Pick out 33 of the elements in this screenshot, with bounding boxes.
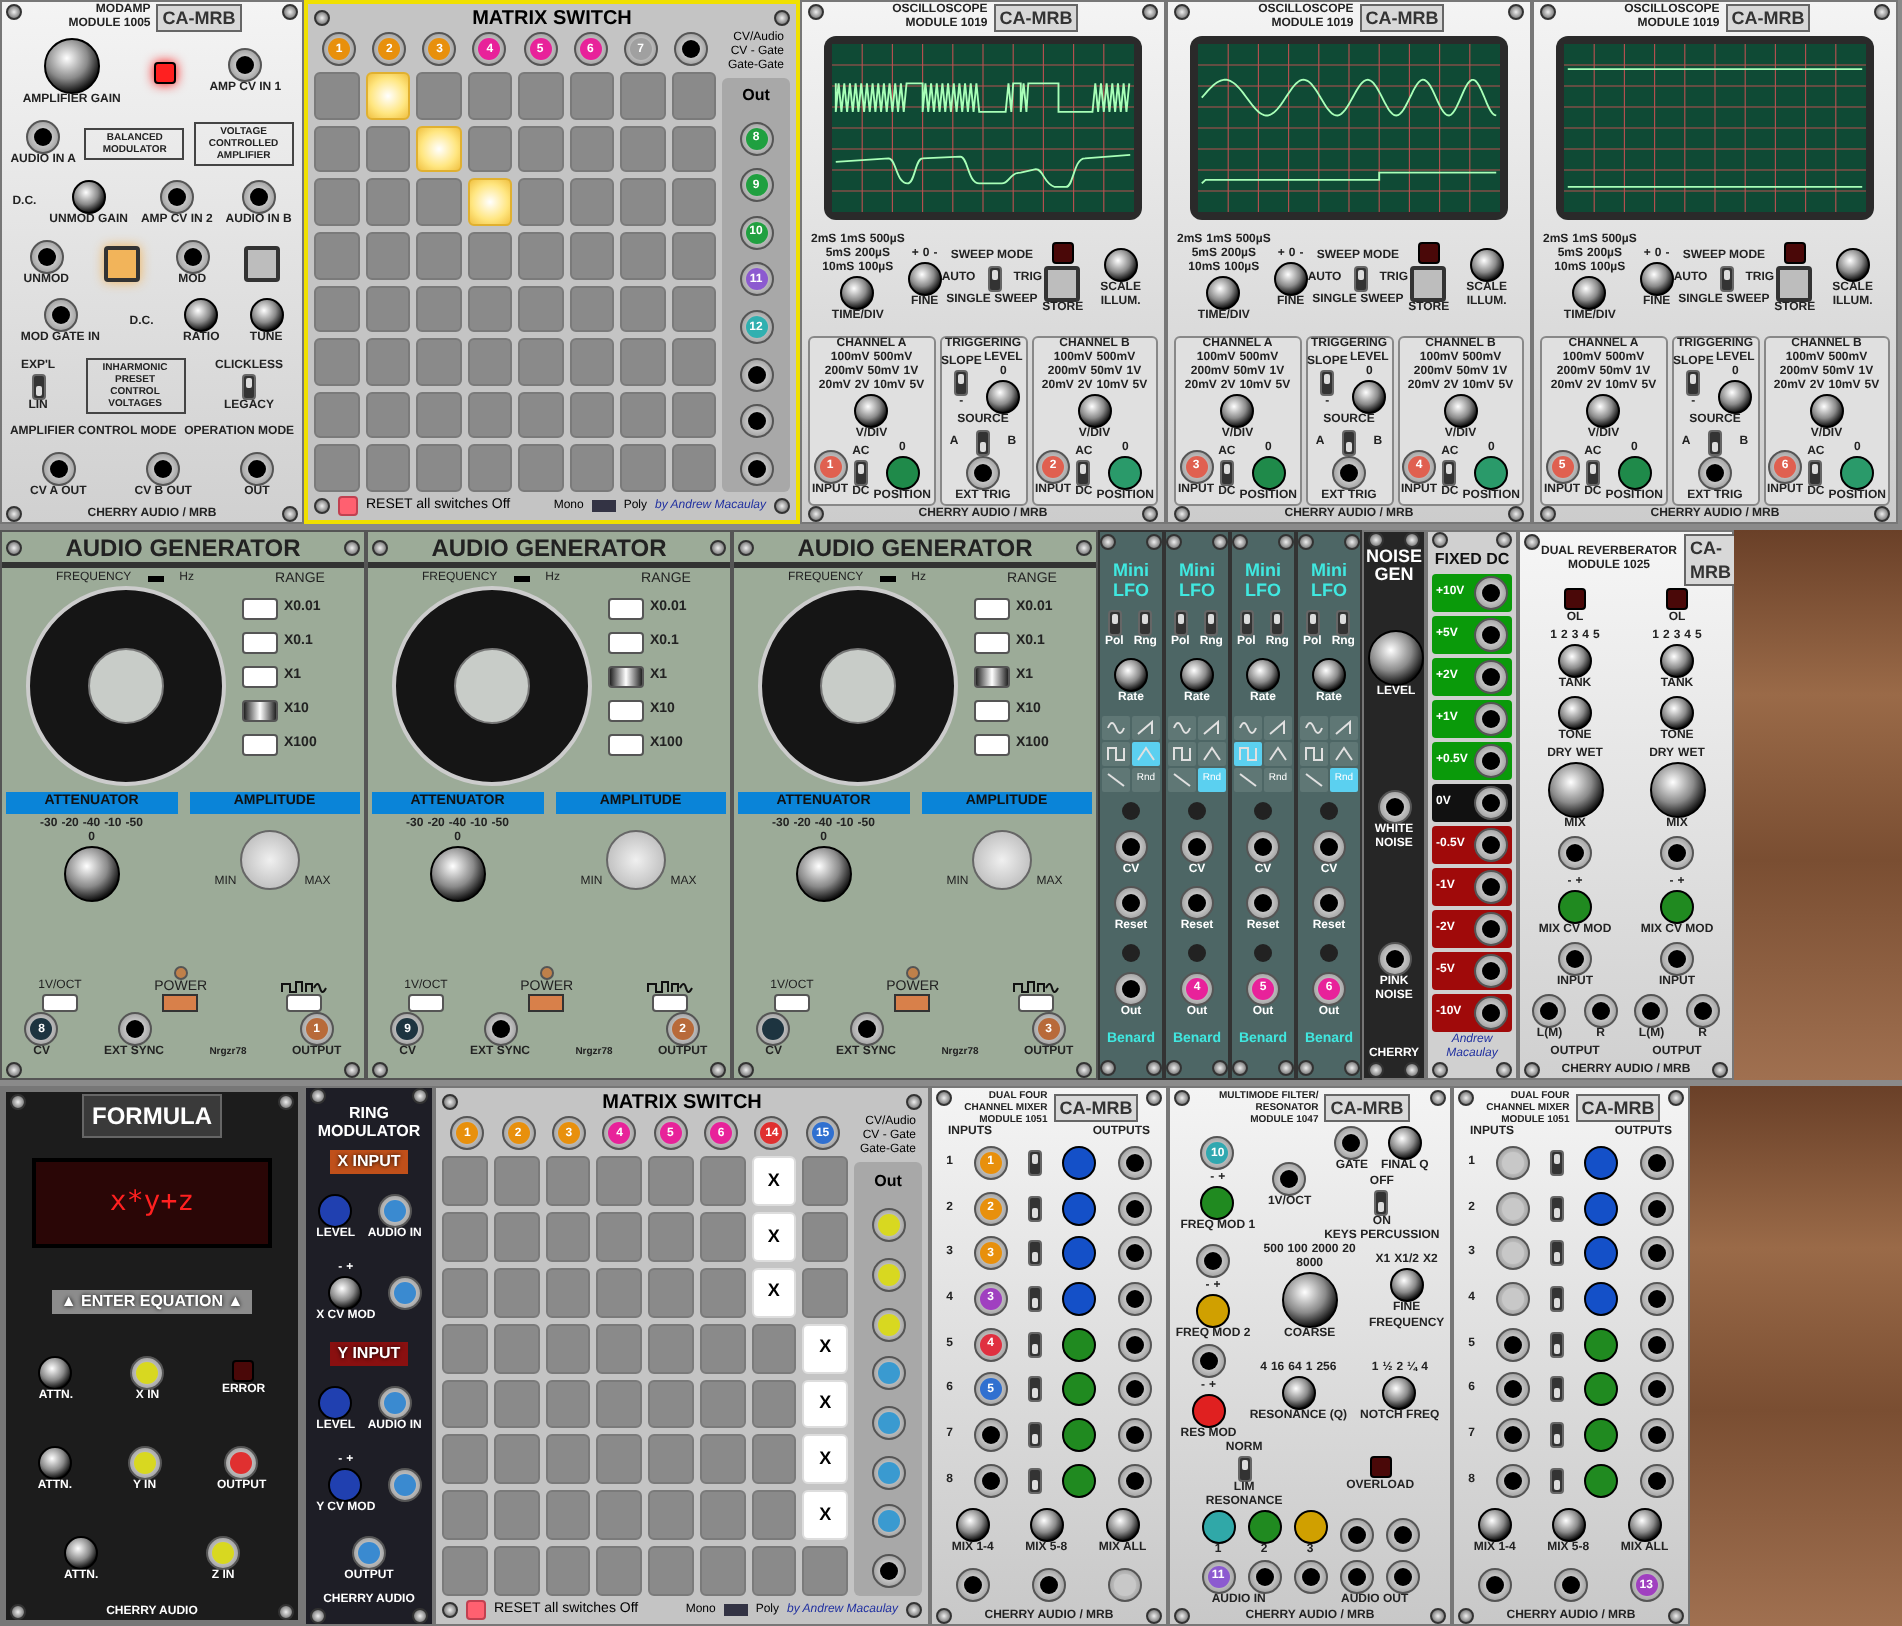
output-label: Out — [874, 1169, 902, 1194]
matrix-pad[interactable]: X — [751, 1267, 797, 1318]
module-title: Mini LFO — [1309, 559, 1349, 600]
module-title: AUDIO GENERATOR — [431, 531, 667, 565]
module-title: Mini LFO — [1243, 559, 1283, 600]
module-title: MATRIX SWITCH — [472, 5, 632, 33]
brand-logo: CA-MRB — [1053, 1094, 1139, 1122]
equation-display: x*y+z — [32, 1158, 272, 1249]
module-title: FIXED DC — [1434, 548, 1510, 572]
matrix-pad[interactable]: X — [751, 1156, 797, 1206]
brand-logo: CA-MRB — [156, 4, 242, 32]
module-title: NOISE GEN — [1366, 548, 1423, 584]
brand-logo: CA-MRB — [993, 4, 1079, 32]
module-title: AUDIO GENERATOR — [65, 531, 301, 565]
module-title: AUDIO GENERATOR — [797, 531, 1033, 565]
module-title: RING MODULATOR — [315, 1104, 423, 1140]
module-title: Mini LFO — [1111, 559, 1151, 600]
module-title: MATRIX SWITCH — [602, 1089, 762, 1117]
section-heading: Y INPUT — [329, 1342, 409, 1367]
matrix-pad[interactable]: X — [802, 1434, 848, 1485]
brand-logo: CA-MRB — [1359, 4, 1445, 32]
section-heading: ▲ ENTER EQUATION ▲ — [52, 1290, 252, 1315]
matrix-pad[interactable]: X — [802, 1379, 848, 1429]
brand-logo: CA-MRB — [1725, 4, 1811, 32]
matrix-pad[interactable]: X — [802, 1323, 848, 1373]
output-label: Out — [742, 84, 770, 109]
module-title: FORMULA — [82, 1094, 222, 1138]
matrix-pad[interactable]: X — [751, 1211, 797, 1262]
brand-logo: CA-MRB — [1324, 1094, 1410, 1122]
module-title: Mini LFO — [1177, 559, 1217, 600]
brand-logo: CA-MRB — [1575, 1094, 1661, 1122]
section-heading: X INPUT — [329, 1149, 409, 1174]
matrix-pad[interactable]: X — [802, 1490, 848, 1541]
